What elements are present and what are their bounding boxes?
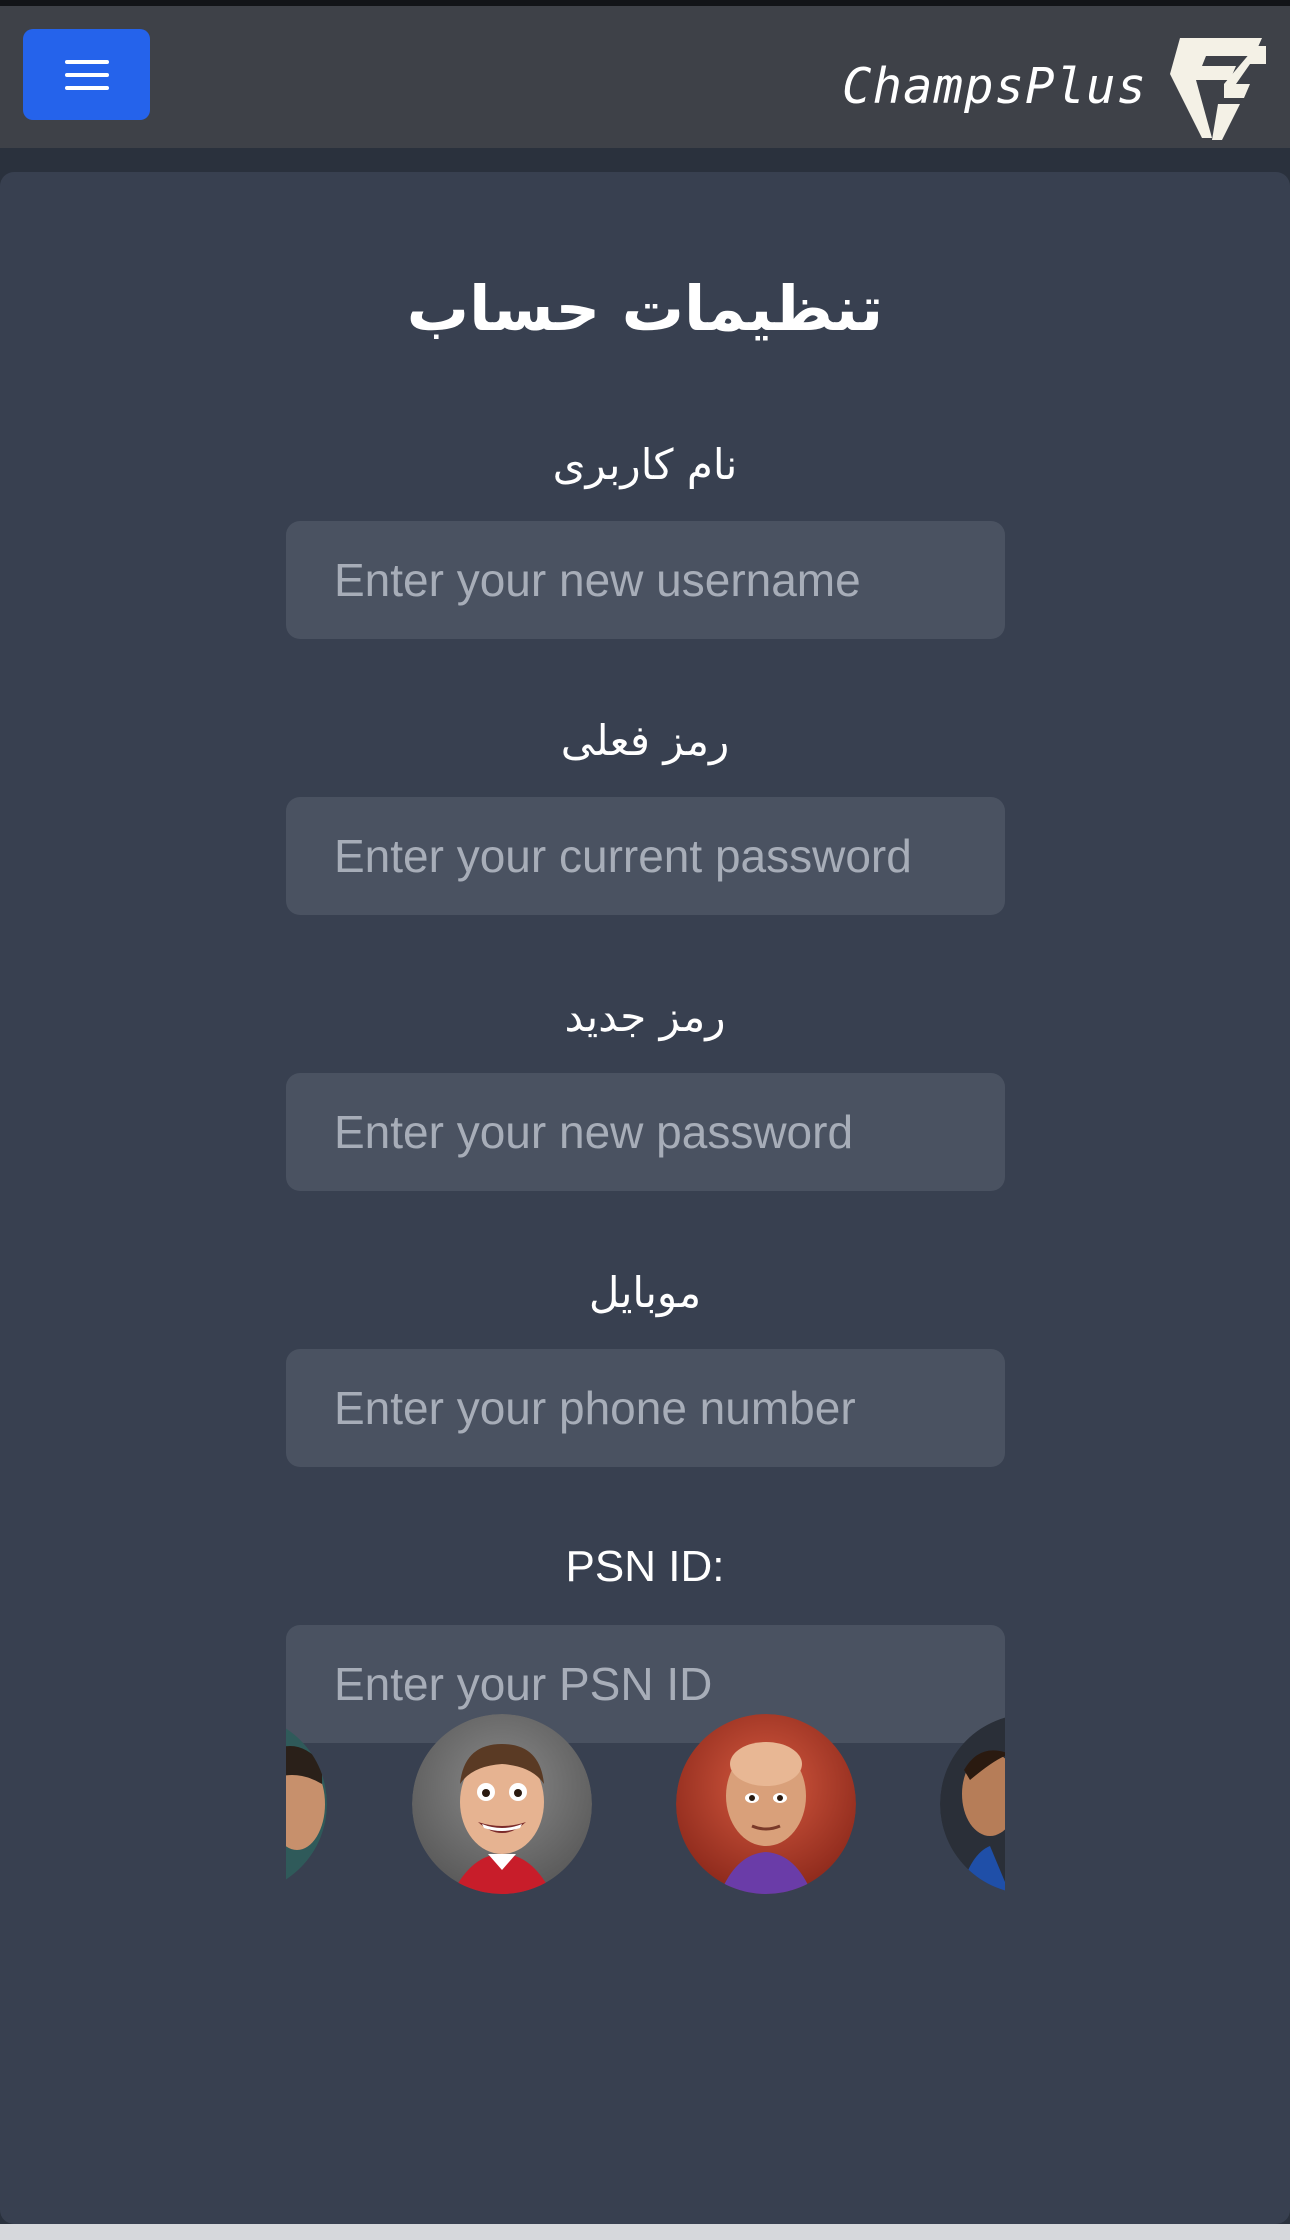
phone-input[interactable]	[286, 1349, 1005, 1467]
account-settings-card: تنظیمات حساب نام کاربری رمز فعلی رمز جدی…	[0, 172, 1290, 2224]
fc-logo-icon[interactable]	[1166, 34, 1270, 142]
current-password-label: رمز فعلی	[560, 716, 730, 765]
page-title: تنظیمات حساب	[406, 272, 884, 345]
new-password-label: رمز جدید	[564, 992, 726, 1041]
player-avatar-partial-left[interactable]	[286, 1714, 327, 1894]
psn-id-label: PSN ID:	[565, 1542, 725, 1591]
top-navigation-bar: ChampsPlus	[0, 0, 1290, 148]
hamburger-menu-icon-line	[64, 72, 109, 77]
bottom-divider	[0, 2224, 1290, 2240]
username-label: نام کاربری	[552, 440, 738, 489]
hamburger-menu-icon	[64, 59, 109, 64]
phone-label: موبایل	[588, 1268, 702, 1317]
username-input[interactable]	[286, 521, 1005, 639]
player-avatar-red-jersey[interactable]	[412, 1714, 592, 1894]
avatar-carousel[interactable]	[286, 1710, 1005, 1894]
menu-button[interactable]	[23, 29, 150, 120]
hamburger-menu-icon-line	[64, 85, 109, 90]
brand-name[interactable]: ChampsPlus	[842, 58, 1147, 115]
player-avatar-bald-purple[interactable]	[676, 1714, 856, 1894]
player-avatar-partial-right[interactable]	[940, 1714, 1005, 1894]
current-password-input[interactable]	[286, 797, 1005, 915]
new-password-input[interactable]	[286, 1073, 1005, 1191]
